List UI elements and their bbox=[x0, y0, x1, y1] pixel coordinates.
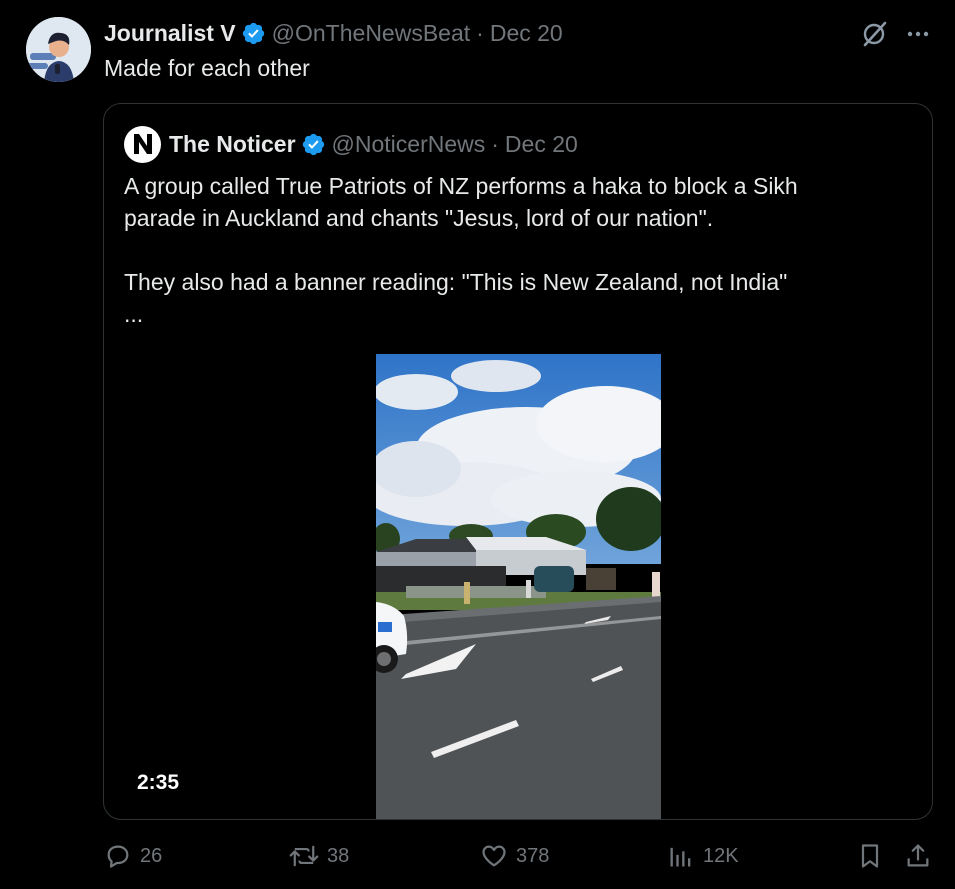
quoted-text: A group called True Patriots of NZ perfo… bbox=[124, 170, 884, 330]
verified-badge-icon bbox=[242, 22, 264, 44]
quoted-tweet[interactable]: The Noticer @NoticerNews · Dec 20 A grou… bbox=[103, 103, 933, 820]
author-name[interactable]: Journalist V bbox=[104, 20, 236, 47]
quoted-paragraph-1: A group called True Patriots of NZ perfo… bbox=[124, 173, 798, 231]
separator-dot: · bbox=[476, 19, 484, 46]
noticer-logo[interactable] bbox=[124, 125, 161, 163]
quoted-ellipsis: ... bbox=[124, 301, 144, 327]
share-icon bbox=[907, 844, 929, 867]
view-count: 12K bbox=[703, 844, 739, 867]
author-avatar[interactable] bbox=[26, 17, 91, 82]
noticer-n-icon bbox=[133, 134, 152, 154]
reply-count: 26 bbox=[140, 844, 163, 867]
bookmark-icon bbox=[861, 844, 879, 868]
action-bar: 26 38 378 12K bbox=[0, 838, 955, 874]
reply-icon bbox=[107, 845, 129, 868]
analytics-icon bbox=[670, 847, 691, 867]
like-count: 378 bbox=[516, 844, 550, 867]
views-button[interactable]: 12K bbox=[667, 838, 739, 874]
reply-button[interactable]: 26 bbox=[104, 838, 162, 874]
video-duration: 2:35 bbox=[137, 771, 180, 794]
author-handle[interactable]: @OnTheNewsBeat bbox=[272, 20, 471, 47]
bookmark-button[interactable] bbox=[856, 838, 884, 874]
quoted-author-handle[interactable]: @NoticerNews bbox=[332, 131, 486, 158]
quoted-paragraph-2: They also had a banner reading: "This is… bbox=[124, 269, 788, 295]
tweet-date[interactable]: Dec 20 bbox=[490, 20, 563, 47]
quoted-header: The Noticer @NoticerNews · Dec 20 bbox=[124, 125, 578, 163]
quoted-date[interactable]: Dec 20 bbox=[505, 131, 578, 158]
share-button[interactable] bbox=[904, 838, 932, 874]
tweet-text: Made for each other bbox=[104, 55, 310, 81]
video-player[interactable] bbox=[376, 354, 661, 819]
quoted-author-name[interactable]: The Noticer bbox=[169, 131, 296, 158]
grok-icon[interactable] bbox=[861, 20, 889, 48]
repost-count: 38 bbox=[327, 844, 350, 867]
like-button[interactable]: 378 bbox=[480, 838, 549, 874]
separator-dot: · bbox=[491, 130, 499, 157]
heart-icon bbox=[482, 845, 506, 867]
verified-badge-icon bbox=[302, 133, 324, 155]
repost-button[interactable]: 38 bbox=[289, 838, 349, 874]
repost-icon bbox=[289, 845, 319, 867]
video-thumbnail bbox=[376, 354, 661, 819]
tweet-header: Journalist V @OnTheNewsBeat · Dec 20 bbox=[104, 17, 563, 49]
more-icon[interactable] bbox=[904, 20, 932, 48]
